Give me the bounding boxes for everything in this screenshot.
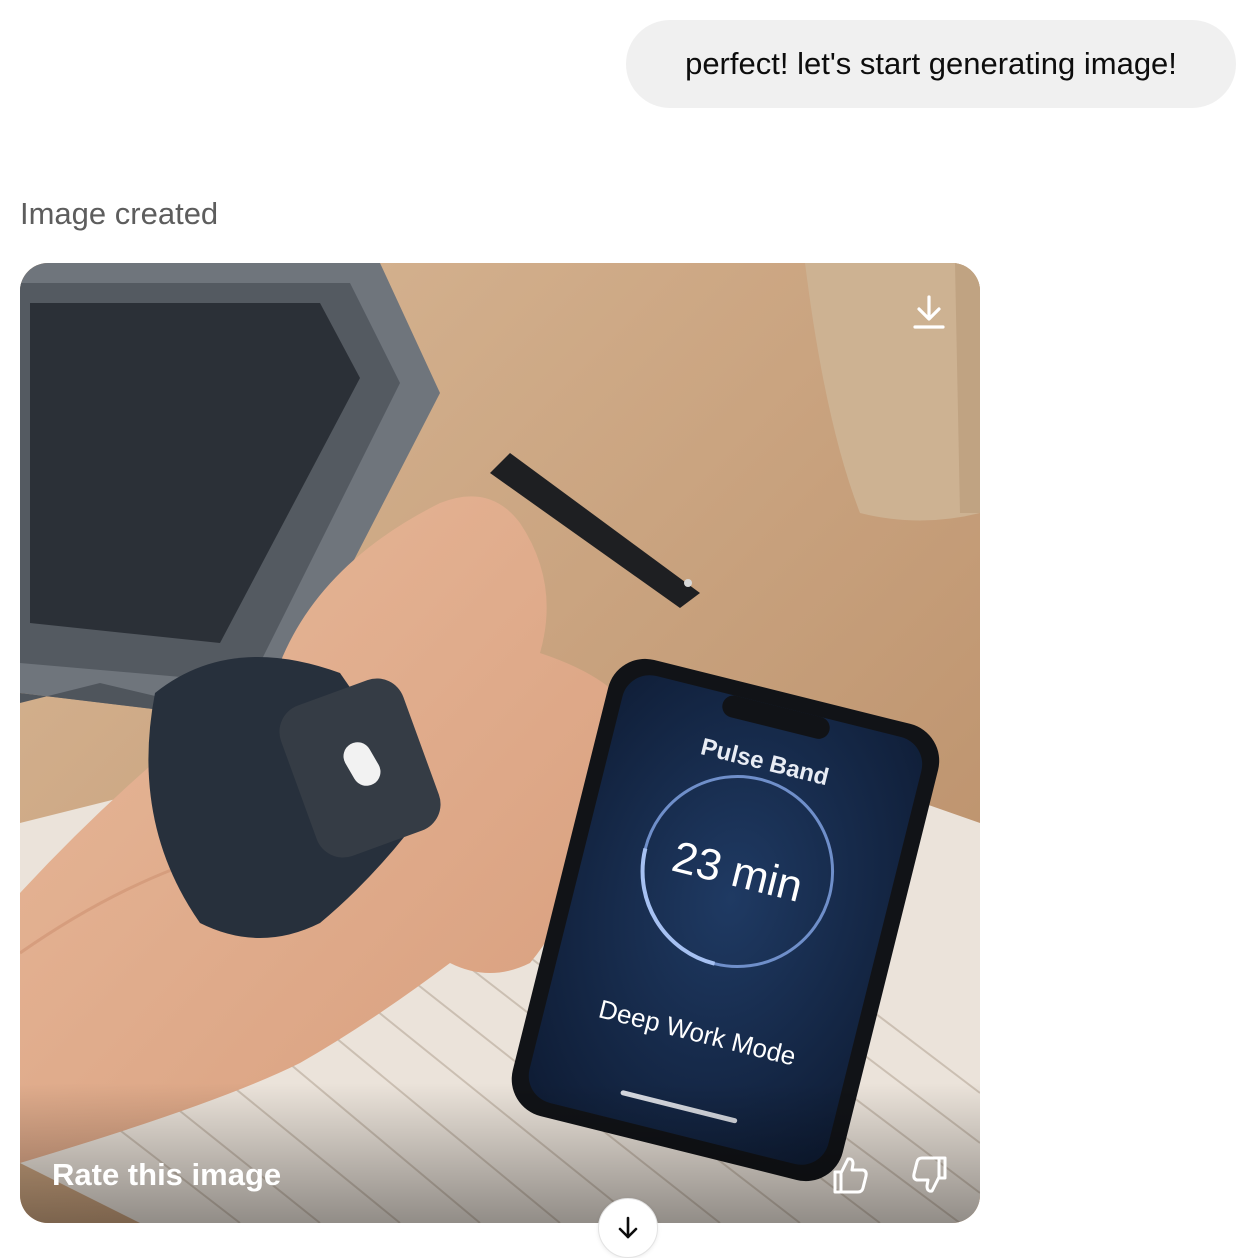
thumbs-down-button[interactable] (906, 1151, 954, 1199)
arrow-down-icon (618, 1216, 638, 1239)
user-message-bubble: perfect! let's start generating image! (626, 20, 1236, 108)
thumbs-down-icon (912, 1156, 947, 1193)
download-button[interactable] (906, 289, 952, 335)
download-icon (913, 295, 945, 329)
rate-image-label: Rate this image (52, 1157, 282, 1192)
image-created-label: Image created (20, 196, 219, 231)
generated-image-scene: Pulse Band 23 min Deep Work Mode (20, 263, 980, 1223)
thumbs-up-button[interactable] (826, 1151, 874, 1199)
generated-image[interactable]: Pulse Band 23 min Deep Work Mode Rate th… (20, 263, 980, 1223)
user-message-text: perfect! let's start generating image! (685, 46, 1177, 81)
scroll-to-bottom-button[interactable] (598, 1198, 658, 1258)
thumbs-up-icon (833, 1157, 868, 1194)
